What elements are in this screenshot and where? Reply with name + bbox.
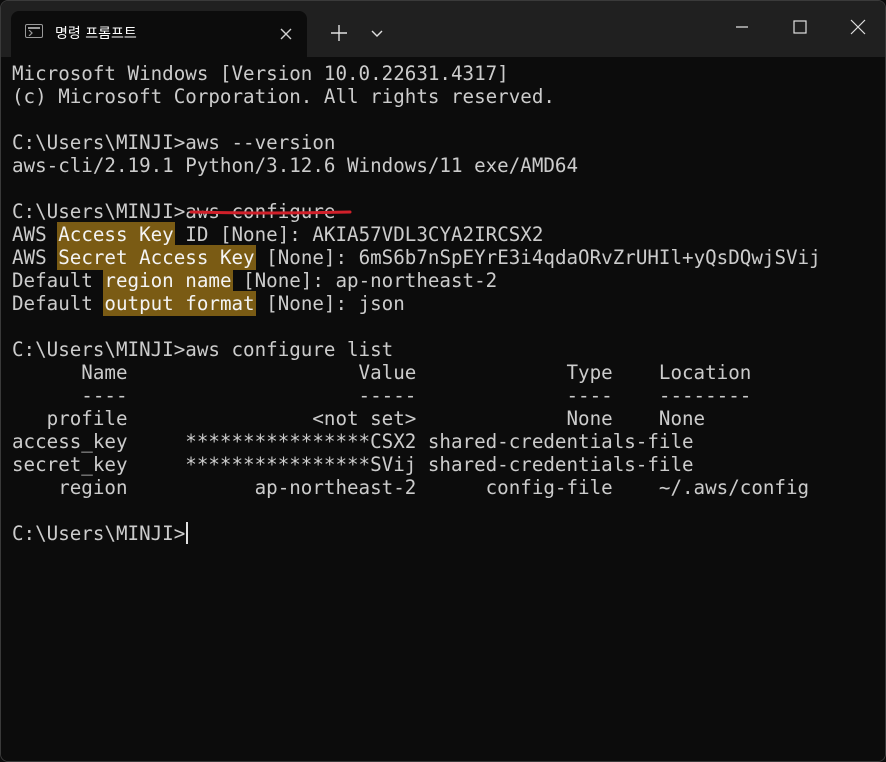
list-row: region ap-northeast-2 config-file ~/.aws… <box>12 476 810 499</box>
text: ID [None]: AKIA57VDL3CYA2IRCSX2 <box>173 223 544 246</box>
terminal-line: Default region name [None]: ap-northeast… <box>12 269 497 292</box>
red-underline-annotation <box>189 210 352 215</box>
minimize-icon[interactable] <box>727 13 757 43</box>
highlight-region-name: region name <box>104 269 232 292</box>
text: [None]: json <box>254 292 405 315</box>
terminal-line[interactable]: C:\Users\MINJI> <box>12 522 189 545</box>
text: [None]: 6mS6b7nSpEYrE3i4qdaORvZrUHIl+yQs… <box>254 246 821 269</box>
list-rule: ---- ----- ---- -------- <box>12 384 752 407</box>
terminal-output[interactable]: Microsoft Windows [Version 10.0.22631.43… <box>1 57 885 761</box>
highlight-output-format: output format <box>104 292 255 315</box>
close-icon[interactable] <box>843 13 873 43</box>
chevron-down-icon[interactable] <box>363 19 391 47</box>
title-bar[interactable]: 명령 프롬프트 <box>1 1 885 57</box>
terminal-line: C:\Users\MINJI>aws --version <box>12 131 336 154</box>
terminal-line: AWS Access Key ID [None]: AKIA57VDL3CYA2… <box>12 223 543 246</box>
tab-command-prompt[interactable]: 명령 프롬프트 <box>11 11 307 57</box>
plus-icon[interactable] <box>325 19 353 47</box>
text-cursor <box>186 522 189 544</box>
tab-title: 명령 프롬프트 <box>55 26 137 42</box>
terminal-line: (c) Microsoft Corporation. All rights re… <box>12 85 555 108</box>
prompt: C:\Users\MINJI> <box>12 200 186 223</box>
text: Default <box>12 292 105 315</box>
terminal-line: C:\Users\MINJI>aws configure list <box>12 338 394 361</box>
terminal-line: Default output format [None]: json <box>12 292 405 315</box>
terminal-line: AWS Secret Access Key [None]: 6mS6b7nSpE… <box>12 246 821 269</box>
terminal-line: aws-cli/2.19.1 Python/3.12.6 Windows/11 … <box>12 154 579 177</box>
text: Default <box>12 269 105 292</box>
maximize-icon[interactable] <box>785 13 815 43</box>
text: AWS <box>12 246 59 269</box>
list-row: profile <not set> None None <box>12 407 706 430</box>
list-header: Name Value Type Location <box>12 361 752 384</box>
terminal-window: 명령 프롬프트 Microsoft Windows [Version 10.0.… <box>0 0 886 762</box>
close-icon[interactable] <box>275 23 297 45</box>
highlight-access-key: Access Key <box>58 223 174 246</box>
list-row: access_key ****************CSX2 shared-c… <box>12 430 694 453</box>
prompt: C:\Users\MINJI> <box>12 522 186 545</box>
text: AWS <box>12 223 59 246</box>
highlight-secret-access-key: Secret Access Key <box>58 246 255 269</box>
text: [None]: ap-northeast-2 <box>231 269 498 292</box>
list-row: secret_key ****************SVij shared-c… <box>12 453 694 476</box>
terminal-line: Microsoft Windows [Version 10.0.22631.43… <box>12 62 509 85</box>
terminal-icon <box>25 24 43 38</box>
